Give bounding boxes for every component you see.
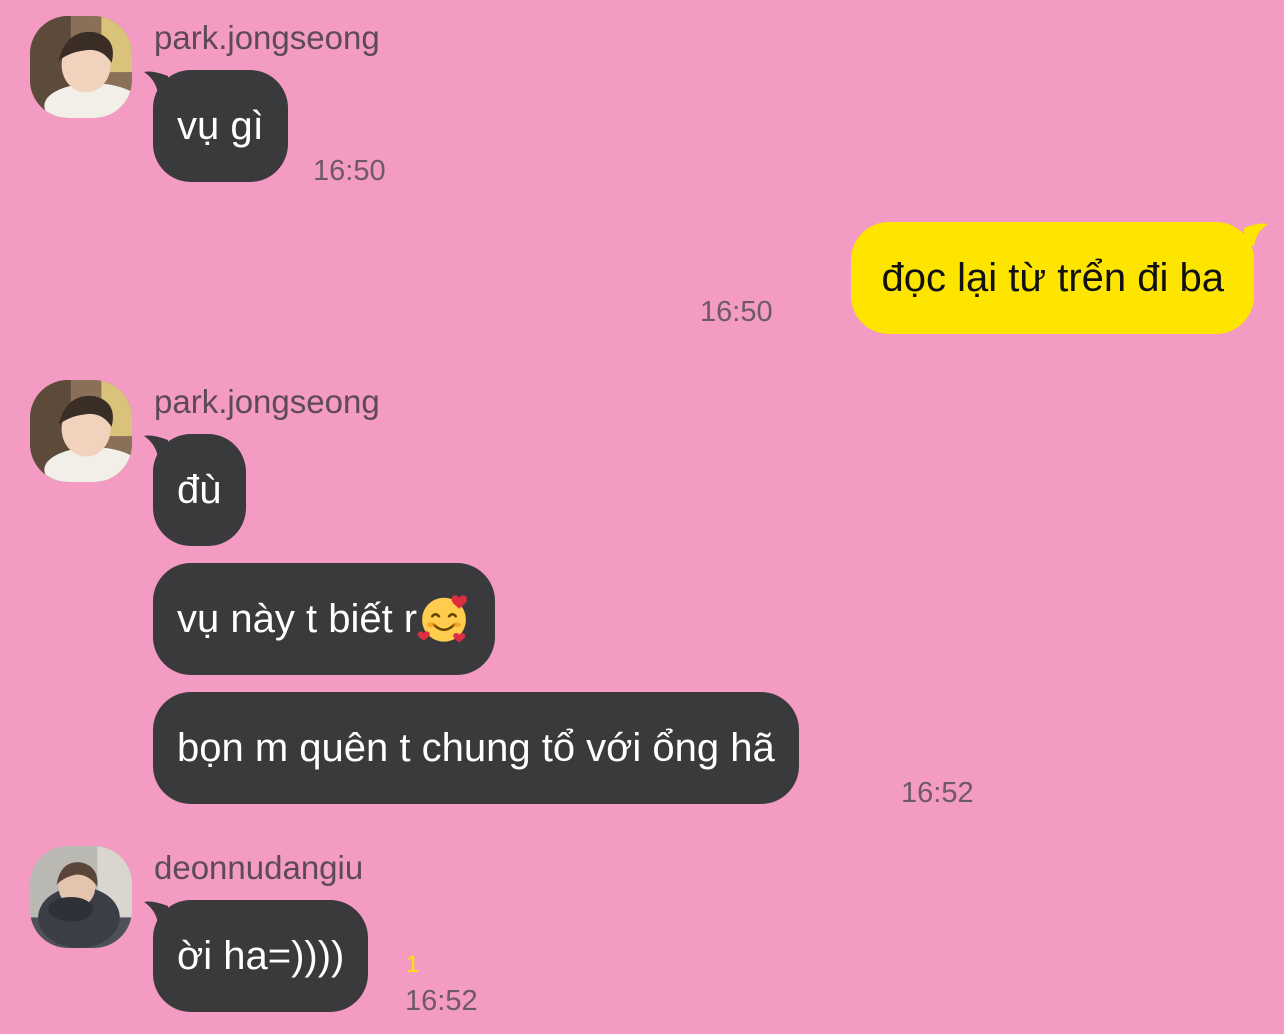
avatar-deonnudangiu[interactable]: [30, 846, 132, 948]
unread-count: 1: [406, 951, 420, 978]
avatar-photo: [30, 846, 132, 948]
message-timestamp: 16:52: [901, 777, 974, 809]
message-timestamp: 16:50: [700, 296, 773, 328]
message-bubble[interactable]: bọn m quên t chung tổ với ổng hã: [153, 692, 799, 804]
sender-name: deonnudangiu: [154, 849, 364, 886]
avatar-park-jongseong[interactable]: [30, 380, 132, 482]
message-text: vụ này t biết r: [177, 597, 418, 641]
sender-name: park.jongseong: [154, 19, 380, 56]
message-timestamp: 16:52: [405, 985, 478, 1017]
sender-name: park.jongseong: [154, 383, 380, 420]
bubble-tail: [1244, 223, 1268, 246]
message-bubble[interactable]: vụ này t biết r: [153, 563, 496, 675]
message-bubble[interactable]: đù: [153, 434, 246, 546]
message-timestamp: 16:50: [313, 155, 386, 187]
message-bubble[interactable]: ời ha=)))): [153, 900, 369, 1012]
avatar-photo: [30, 16, 132, 118]
message-bubble[interactable]: đọc lại từ trển đi ba: [851, 222, 1254, 334]
avatar-photo: [30, 380, 132, 482]
avatar-park-jongseong[interactable]: [30, 16, 132, 118]
smiling-face-with-hearts-emoji: [417, 595, 467, 643]
message-bubble[interactable]: vụ gì: [153, 70, 288, 182]
